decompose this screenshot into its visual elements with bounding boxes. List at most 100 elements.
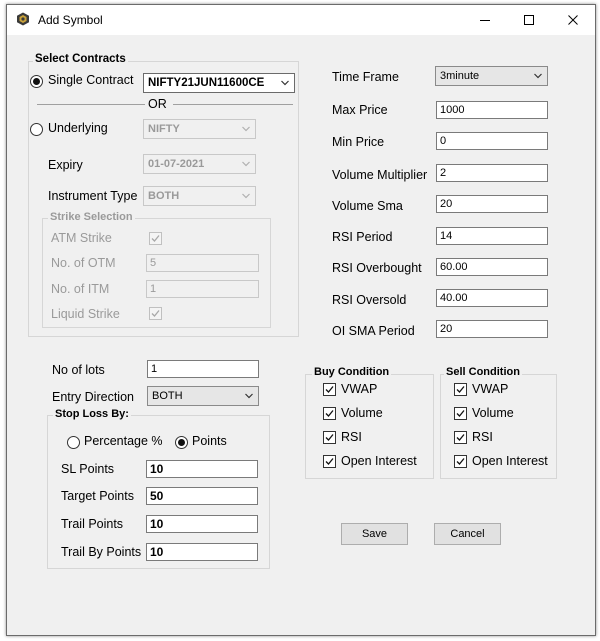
no-of-lots-input[interactable]: 1	[147, 360, 259, 378]
rsi-overbought-input[interactable]: 60.00	[436, 258, 548, 276]
time-frame-dropdown[interactable]: 3minute	[435, 66, 548, 86]
points-label: Points	[192, 434, 227, 448]
single-contract-dropdown[interactable]: NIFTY21JUN11600CE	[143, 73, 295, 93]
title-bar: Add Symbol	[7, 5, 595, 35]
close-button[interactable]	[551, 5, 595, 35]
time-frame-label: Time Frame	[332, 70, 399, 84]
single-contract-value: NIFTY21JUN11600CE	[148, 77, 265, 89]
maximize-icon	[524, 15, 534, 25]
sell-condition-title: Sell Condition	[444, 366, 522, 378]
sell-rsi-checkbox[interactable]	[454, 431, 467, 444]
volume-sma-input[interactable]: 20	[436, 195, 548, 213]
buy-volume-checkbox[interactable]	[323, 407, 336, 420]
buy-rsi-label: RSI	[341, 430, 362, 444]
min-price-input[interactable]: 0	[436, 132, 548, 150]
check-icon	[325, 386, 334, 393]
instrument-type-dropdown[interactable]: BOTH	[143, 186, 256, 206]
no-of-otm-input[interactable]: 5	[146, 254, 259, 272]
underlying-dropdown[interactable]: NIFTY	[143, 119, 256, 139]
or-separator-left	[37, 104, 145, 105]
percentage-radio[interactable]	[67, 436, 80, 449]
check-icon	[325, 434, 334, 441]
trail-by-points-label: Trail By Points	[61, 545, 142, 559]
atm-strike-checkbox[interactable]	[149, 232, 162, 245]
target-points-label: Target Points	[61, 489, 134, 503]
target-points-input[interactable]: 50	[146, 487, 258, 505]
time-frame-value: 3minute	[440, 70, 480, 82]
buy-open-interest-label: Open Interest	[341, 454, 417, 468]
chevron-down-icon	[242, 126, 250, 132]
trail-points-label: Trail Points	[61, 517, 124, 531]
sell-volume-checkbox[interactable]	[454, 407, 467, 420]
add-symbol-window: Add Symbol Select Contracts Single Contr…	[6, 4, 596, 636]
chevron-down-icon	[245, 393, 253, 399]
underlying-value: NIFTY	[148, 123, 180, 135]
entry-direction-label: Entry Direction	[52, 390, 134, 404]
expiry-value: 01-07-2021	[148, 158, 205, 170]
buy-vwap-checkbox[interactable]	[323, 383, 336, 396]
volume-sma-label: Volume Sma	[332, 199, 403, 213]
check-icon	[325, 410, 334, 417]
trail-by-points-input[interactable]: 10	[146, 543, 258, 561]
close-icon	[568, 15, 578, 25]
check-icon	[325, 458, 334, 465]
single-contract-label: Single Contract	[48, 73, 134, 87]
cancel-button[interactable]: Cancel	[434, 523, 501, 545]
radio-selected-dot	[178, 439, 185, 446]
volume-multiplier-input[interactable]: 2	[436, 164, 548, 182]
expiry-label: Expiry	[48, 158, 83, 172]
app-icon	[17, 12, 29, 26]
trail-points-input[interactable]: 10	[146, 515, 258, 533]
expiry-dropdown[interactable]: 01-07-2021	[143, 154, 256, 174]
rsi-period-input[interactable]: 14	[436, 227, 548, 245]
chevron-down-icon	[281, 80, 289, 86]
window-title: Add Symbol	[38, 13, 103, 27]
underlying-label: Underlying	[48, 121, 108, 135]
minimize-button[interactable]	[463, 5, 507, 35]
minimize-icon	[480, 20, 490, 21]
or-separator-right	[173, 104, 293, 105]
buy-volume-label: Volume	[341, 406, 383, 420]
rsi-period-label: RSI Period	[332, 230, 393, 244]
no-of-lots-label: No of lots	[52, 363, 105, 377]
points-radio[interactable]	[175, 436, 188, 449]
check-icon	[456, 386, 465, 393]
instrument-type-label: Instrument Type	[48, 189, 138, 203]
no-of-otm-label: No. of OTM	[51, 256, 116, 270]
buy-rsi-checkbox[interactable]	[323, 431, 336, 444]
sl-points-input[interactable]: 10	[146, 460, 258, 478]
check-icon	[456, 458, 465, 465]
or-label: OR	[148, 97, 167, 111]
rsi-oversold-label: RSI Oversold	[332, 293, 407, 307]
chevron-down-icon	[242, 193, 250, 199]
entry-direction-value: BOTH	[152, 390, 183, 402]
check-icon	[456, 434, 465, 441]
strike-selection-title: Strike Selection	[48, 211, 135, 223]
check-icon	[151, 235, 160, 242]
buy-vwap-label: VWAP	[341, 382, 378, 396]
sell-open-interest-checkbox[interactable]	[454, 455, 467, 468]
oi-sma-period-input[interactable]: 20	[436, 320, 548, 338]
chevron-down-icon	[242, 161, 250, 167]
underlying-radio[interactable]	[30, 123, 43, 136]
maximize-button[interactable]	[507, 5, 551, 35]
max-price-input[interactable]: 1000	[436, 101, 548, 119]
sl-points-label: SL Points	[61, 462, 115, 476]
stop-loss-title: Stop Loss By:	[53, 408, 131, 420]
no-of-itm-input[interactable]: 1	[146, 280, 259, 298]
entry-direction-dropdown[interactable]: BOTH	[147, 386, 259, 406]
buy-open-interest-checkbox[interactable]	[323, 455, 336, 468]
save-button[interactable]: Save	[341, 523, 408, 545]
radio-selected-dot	[33, 78, 40, 85]
sell-vwap-label: VWAP	[472, 382, 509, 396]
max-price-label: Max Price	[332, 103, 388, 117]
sell-vwap-checkbox[interactable]	[454, 383, 467, 396]
percentage-label: Percentage %	[84, 434, 163, 448]
sell-open-interest-label: Open Interest	[472, 454, 548, 468]
atm-strike-label: ATM Strike	[51, 231, 112, 245]
single-contract-radio[interactable]	[30, 75, 43, 88]
liquid-strike-checkbox[interactable]	[149, 307, 162, 320]
instrument-type-value: BOTH	[148, 190, 180, 202]
rsi-oversold-input[interactable]: 40.00	[436, 289, 548, 307]
volume-multiplier-label: Volume Multiplier	[332, 168, 428, 182]
